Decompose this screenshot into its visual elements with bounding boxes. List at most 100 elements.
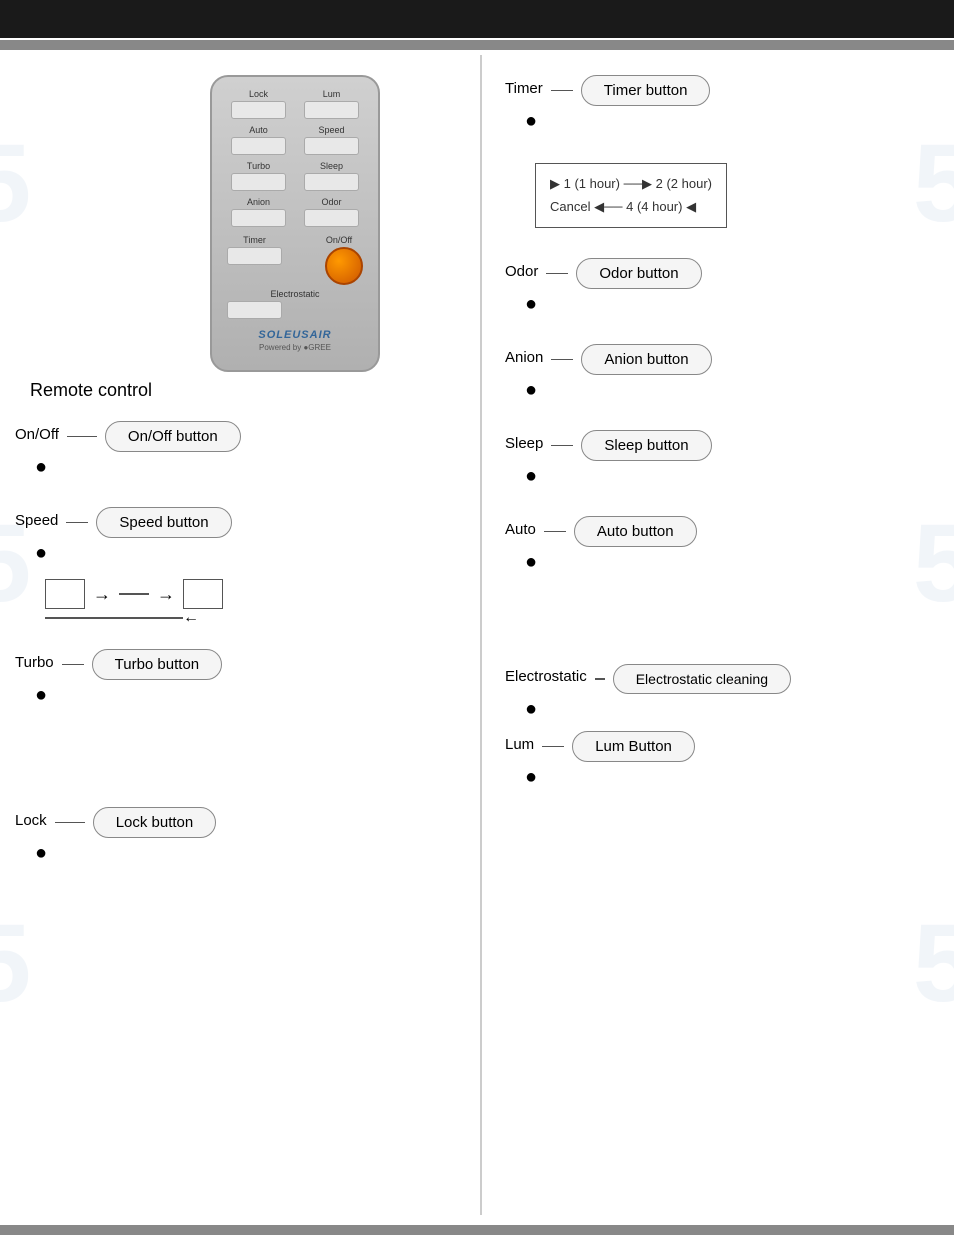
- remote-btn-anion: [231, 209, 286, 227]
- lock-section: Lock Lock button ●: [15, 807, 495, 865]
- left-column: Lock Lum Auto Speed: [15, 65, 495, 865]
- right-column: Timer Timer button ● ▶ 1 (1 hour) ──▶ 2 …: [505, 65, 935, 865]
- top-bar: [0, 0, 954, 38]
- turbo-bullet: ●: [35, 684, 495, 707]
- watermark: 5: [913, 900, 954, 1027]
- remote-label-electrostatic: Electrostatic: [227, 289, 363, 299]
- remote-col-turbo: Turbo: [227, 161, 290, 191]
- remote-label-onoff: On/Off: [326, 235, 352, 245]
- onoff-section: On/Off On/Off button ●: [15, 421, 495, 479]
- anion-row: Anion Anion button: [505, 344, 935, 375]
- turbo-button[interactable]: Turbo button: [92, 649, 223, 680]
- odor-button[interactable]: Odor button: [576, 258, 701, 289]
- remote-col-lock: Lock: [227, 89, 290, 119]
- sleep-section: Sleep Sleep button ●: [505, 430, 935, 488]
- remote-col-anion: Anion: [227, 197, 290, 227]
- auto-bullet: ●: [525, 551, 935, 574]
- turbo-row: Turbo Turbo button: [15, 649, 495, 680]
- remote-btn-lum: [304, 101, 359, 119]
- remote-btn-electrostatic: [227, 301, 282, 319]
- odor-section: Odor Odor button ●: [505, 258, 935, 316]
- sleep-label: Sleep: [505, 435, 543, 452]
- remote-btn-odor: [304, 209, 359, 227]
- arrow-line: [119, 593, 149, 595]
- timer-diagram: ▶ 1 (1 hour) ──▶ 2 (2 hour) Cancel ◀── 4…: [535, 163, 727, 228]
- onoff-bullet: ●: [35, 456, 495, 479]
- auto-section: Auto Auto button ●: [505, 516, 935, 574]
- remote-label-turbo: Turbo: [247, 161, 270, 171]
- anion-bullet: ●: [525, 379, 935, 402]
- electrostatic-button[interactable]: Electrostatic cleaning: [613, 664, 791, 694]
- auto-connector: [544, 531, 566, 533]
- sleep-bullet: ●: [525, 465, 935, 488]
- remote-onoff-circle: [325, 247, 363, 285]
- speed-diagram: → →: [45, 579, 495, 609]
- lock-connector: [55, 822, 85, 824]
- remote-label-lum: Lum: [323, 89, 341, 99]
- anion-connector: [551, 359, 573, 361]
- speed-button[interactable]: Speed button: [96, 507, 231, 538]
- speed-bullet: ●: [35, 542, 495, 565]
- remote-btn-turbo: [231, 173, 286, 191]
- speed-return-arrow: ←: [45, 609, 495, 627]
- speed-section: Speed Speed button ● → → ←: [15, 507, 495, 627]
- remote-wrapper: Lock Lum Auto Speed: [95, 75, 495, 372]
- timer-row: Timer Timer button: [505, 75, 935, 106]
- lum-button[interactable]: Lum Button: [572, 731, 695, 762]
- onoff-connector: [67, 436, 97, 438]
- anion-section: Anion Anion button ●: [505, 344, 935, 402]
- timer-diagram-line2: Cancel ◀── 4 (4 hour) ◀: [550, 195, 712, 218]
- arrow-right-1: →: [93, 584, 111, 605]
- turbo-connector: [62, 664, 84, 666]
- remote-control-label: Remote control: [30, 380, 495, 401]
- page: 5 5 5 5 5 5 Lock Lum: [0, 0, 954, 1235]
- sleep-button[interactable]: Sleep button: [581, 430, 711, 461]
- remote-label-speed: Speed: [318, 125, 344, 135]
- arrow-right-2: →: [157, 584, 175, 605]
- gray-bar: [0, 40, 954, 50]
- onoff-row: On/Off On/Off button: [15, 421, 495, 452]
- remote-label-anion: Anion: [247, 197, 270, 207]
- remote-col-odor: Odor: [300, 197, 363, 227]
- timer-connector: [551, 90, 573, 92]
- speed-label: Speed: [15, 512, 58, 529]
- remote-btn-sleep: [304, 173, 359, 191]
- remote-control-text: Remote control: [30, 380, 152, 400]
- remote-btn-timer: [227, 247, 282, 265]
- remote-col-lum: Lum: [300, 89, 363, 119]
- timer-section: Timer Timer button ● ▶ 1 (1 hour) ──▶ 2 …: [505, 75, 935, 228]
- odor-connector: [546, 273, 568, 275]
- remote-label-lock: Lock: [249, 89, 268, 99]
- content-area: Lock Lum Auto Speed: [0, 50, 954, 865]
- odor-label: Odor: [505, 263, 538, 280]
- gree-powered: Powered by ●GREE: [227, 343, 363, 352]
- sleep-row: Sleep Sleep button: [505, 430, 935, 461]
- auto-button[interactable]: Auto button: [574, 516, 697, 547]
- remote-btn-speed: [304, 137, 359, 155]
- speed-connector: [66, 522, 88, 524]
- remote-col-electrostatic: Electrostatic: [227, 289, 363, 319]
- onoff-button[interactable]: On/Off button: [105, 421, 241, 452]
- speed-row: Speed Speed button: [15, 507, 495, 538]
- electrostatic-row: Electrostatic Electrostatic cleaning: [505, 664, 935, 694]
- remote-grid: Lock Lum Auto Speed: [227, 89, 363, 227]
- remote-label-timer: Timer: [243, 235, 266, 245]
- return-arrow: ←: [183, 609, 199, 627]
- return-line: [45, 617, 183, 619]
- lock-button[interactable]: Lock button: [93, 807, 217, 838]
- bottom-bar: [0, 1225, 954, 1235]
- speed-box-1: [45, 579, 85, 609]
- timer-button[interactable]: Timer button: [581, 75, 711, 106]
- timer-label: Timer: [505, 80, 543, 97]
- remote-control-image: Lock Lum Auto Speed: [210, 75, 380, 372]
- remote-btn-lock: [231, 101, 286, 119]
- remote-label-auto: Auto: [249, 125, 268, 135]
- auto-label: Auto: [505, 521, 536, 538]
- timer-bullet: ●: [525, 110, 935, 133]
- anion-button[interactable]: Anion button: [581, 344, 711, 375]
- lock-bullet: ●: [35, 842, 495, 865]
- lum-connector: [542, 746, 564, 748]
- turbo-label: Turbo: [15, 654, 54, 671]
- remote-label-sleep: Sleep: [320, 161, 343, 171]
- lum-label: Lum: [505, 736, 534, 753]
